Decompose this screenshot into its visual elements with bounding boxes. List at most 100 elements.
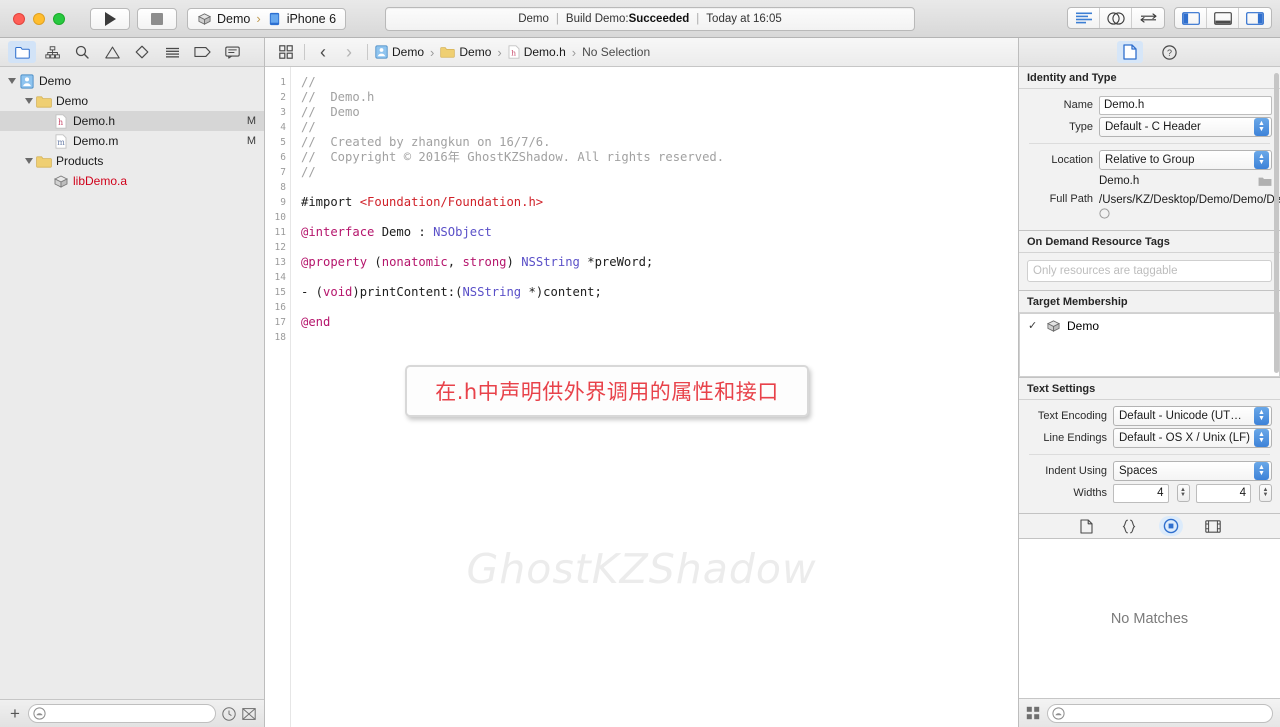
location-popup-value: Relative to Group (1105, 154, 1195, 166)
folder-icon (440, 46, 456, 58)
disclosure-triangle-icon[interactable] (6, 76, 17, 87)
choose-folder-icon[interactable] (1258, 175, 1272, 187)
tree-item-demo[interactable]: Demo (0, 71, 264, 91)
stop-button[interactable] (137, 7, 177, 30)
recent-files-filter-icon[interactable] (222, 706, 236, 721)
library-filter-input[interactable] (1047, 703, 1273, 723)
code-line[interactable]: // Copyright © 2016年 GhostKZShadow. All … (301, 150, 1018, 165)
indent-width-stepper[interactable]: ▲ ▼ (1259, 484, 1272, 502)
code-line[interactable]: @end (301, 315, 1018, 330)
code-line[interactable]: @interface Demo : NSObject (301, 225, 1018, 240)
code-token: NSObject (433, 225, 492, 239)
code-line[interactable]: @property (nonatomic, strong) NSString *… (301, 255, 1018, 270)
code-token: nonatomic (381, 255, 448, 269)
breadcrumb-group-label: Demo (459, 45, 492, 59)
related-items-button[interactable] (273, 45, 299, 59)
add-file-button[interactable]: + (8, 705, 22, 722)
toggle-inspector-button[interactable] (1239, 8, 1271, 28)
tab-width-input[interactable]: 4 (1113, 483, 1169, 503)
tree-item-demo-m[interactable]: m Demo.m M (0, 131, 264, 151)
standard-editor-button[interactable] (1068, 8, 1100, 28)
name-input[interactable]: Demo.h (1099, 95, 1272, 115)
find-navigator-tab[interactable] (68, 41, 96, 63)
tree-item-demo-h[interactable]: h Demo.h M (0, 111, 264, 131)
symbol-navigator-tab[interactable] (38, 41, 66, 63)
find-navigator-icon (75, 45, 89, 59)
code-line[interactable]: // (301, 120, 1018, 135)
line-endings-popup-button[interactable]: Default - OS X / Unix (LF) ▲ ▼ (1113, 428, 1272, 448)
minimize-button[interactable] (33, 12, 45, 25)
go-forward-button[interactable]: › (336, 42, 362, 63)
project-file-tree[interactable]: Demo Demo h Demo.h Mm Demo.m M Products libDemo.… (0, 67, 264, 699)
zoom-button[interactable] (53, 12, 65, 25)
issue-navigator-tab[interactable] (98, 41, 126, 63)
test-navigator-tab[interactable] (128, 41, 156, 63)
project-navigator-tab[interactable] (8, 41, 36, 63)
inspector-panel: ? Identity and Type Name Demo.h Type Def… (1018, 38, 1280, 727)
breadcrumb-project[interactable]: Demo (373, 45, 426, 59)
code-line[interactable] (301, 330, 1018, 345)
code-snippet-library-tab[interactable] (1117, 516, 1141, 536)
tree-item-products[interactable]: Products (0, 151, 264, 171)
library-view-toggle-icon[interactable] (1026, 706, 1040, 720)
code-line[interactable]: - (void)printContent:(NSString *)content… (301, 285, 1018, 300)
code-line[interactable]: // Demo (301, 105, 1018, 120)
disclosure-triangle-icon[interactable] (23, 156, 34, 167)
assistant-editor-button[interactable] (1100, 8, 1132, 28)
disclosure-triangle-icon[interactable] (23, 96, 34, 107)
target-membership-row[interactable]: ✓ Demo (1020, 314, 1279, 334)
type-popup-button[interactable]: Default - C Header ▲ ▼ (1099, 117, 1272, 137)
code-line[interactable] (301, 180, 1018, 195)
breadcrumb-selection[interactable]: No Selection (580, 45, 652, 59)
tree-item-libdemo-a[interactable]: libDemo.a (0, 171, 264, 191)
source-control-filter-icon[interactable] (242, 707, 256, 721)
code-line[interactable] (301, 270, 1018, 285)
debug-navigator-tab[interactable] (158, 41, 186, 63)
location-popup-button[interactable]: Relative to Group ▲ ▼ (1099, 150, 1272, 170)
code-line[interactable]: #import <Foundation/Foundation.h> (301, 195, 1018, 210)
indent-width-input[interactable]: 4 (1195, 483, 1251, 503)
file-template-library-tab[interactable] (1075, 516, 1099, 536)
encoding-popup-value: Default - Unicode (UT… (1119, 410, 1242, 422)
tab-width-stepper[interactable]: ▲ ▼ (1176, 484, 1190, 502)
code-line[interactable] (301, 210, 1018, 225)
tree-item-demo[interactable]: Demo (0, 91, 264, 111)
indent-popup-button[interactable]: Spaces ▲ ▼ (1113, 461, 1272, 481)
activity-status-bar[interactable]: Demo | Build Demo: Succeeded | Today at … (385, 7, 915, 31)
file-inspector-tab[interactable] (1116, 41, 1143, 63)
quick-help-tab[interactable]: ? (1157, 41, 1183, 63)
scheme-selector[interactable]: Demo › iPhone 6 (187, 7, 347, 30)
encoding-popup-button[interactable]: Default - Unicode (UT… ▲ ▼ (1113, 406, 1272, 426)
filter-scope-icon[interactable] (33, 707, 46, 720)
run-button[interactable] (90, 7, 130, 30)
code-line[interactable] (301, 240, 1018, 255)
breadcrumb-file[interactable]: h Demo.h (506, 45, 568, 59)
code-line[interactable]: // (301, 165, 1018, 180)
code-line[interactable]: // Created by zhangkun on 16/7/6. (301, 135, 1018, 150)
code-line[interactable]: // (301, 75, 1018, 90)
breadcrumb-group[interactable]: Demo (438, 45, 493, 59)
source-code-area[interactable]: 1 2 3 4 5 6 7 8 9 10 11 12 13 14 15 16 17 18 //// Demo.h /… (265, 67, 1018, 727)
filter-scope-icon[interactable] (1052, 706, 1065, 720)
go-back-button[interactable]: ‹ (310, 42, 336, 63)
toggle-debug-area-button[interactable] (1207, 8, 1239, 28)
target-checkbox[interactable]: ✓ (1028, 319, 1040, 332)
inspector-scrollbar[interactable] (1274, 73, 1279, 373)
media-library-tab[interactable] (1201, 516, 1225, 536)
text-settings-divider (1029, 454, 1270, 455)
breakpoint-navigator-tab[interactable] (188, 41, 216, 63)
inspector-tab-bar: ? (1019, 38, 1280, 67)
close-button[interactable] (13, 12, 25, 25)
version-editor-button[interactable] (1132, 8, 1164, 28)
report-navigator-tab[interactable] (218, 41, 246, 63)
code-line[interactable]: // Demo.h (301, 90, 1018, 105)
reveal-in-finder-icon[interactable] (1099, 208, 1110, 219)
code-line[interactable] (301, 300, 1018, 315)
target-membership-list[interactable]: ✓ Demo (1019, 313, 1280, 377)
toggle-navigator-button[interactable] (1175, 8, 1207, 28)
line-number: 14 (274, 272, 286, 283)
ondemand-tags-input[interactable]: Only resources are taggable (1027, 260, 1272, 282)
filter-input[interactable] (27, 704, 216, 723)
object-library-tab[interactable] (1158, 516, 1183, 536)
